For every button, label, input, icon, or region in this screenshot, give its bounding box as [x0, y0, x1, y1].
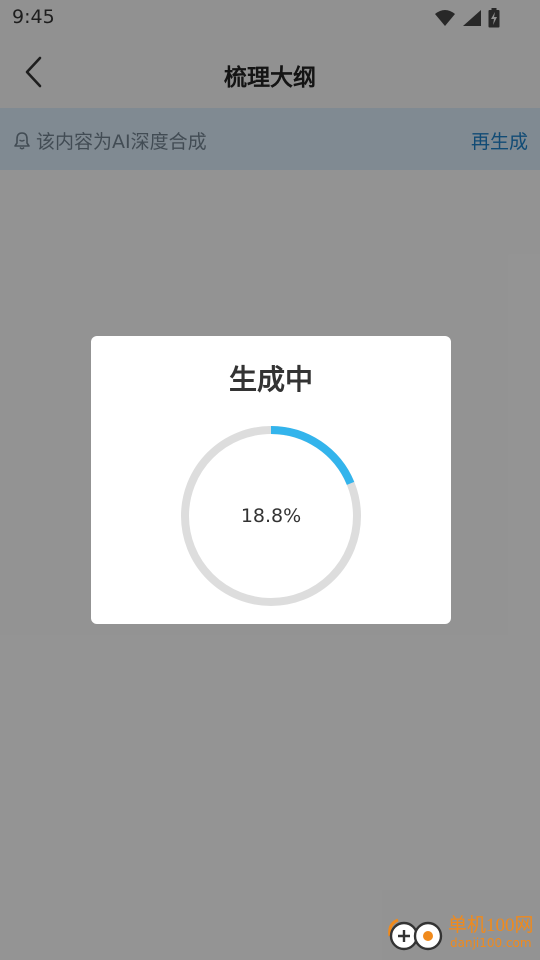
watermark-logo-icon [388, 918, 443, 951]
watermark-name: 单机100网 [448, 915, 534, 936]
generating-dialog: 生成中 18.8% [91, 336, 451, 624]
dialog-title: 生成中 [228, 363, 313, 396]
watermark-domain: danji100.com [450, 936, 532, 950]
watermark: 单机100网 danji100.com [384, 910, 534, 956]
progress-percentage: 18.8% [240, 505, 302, 527]
